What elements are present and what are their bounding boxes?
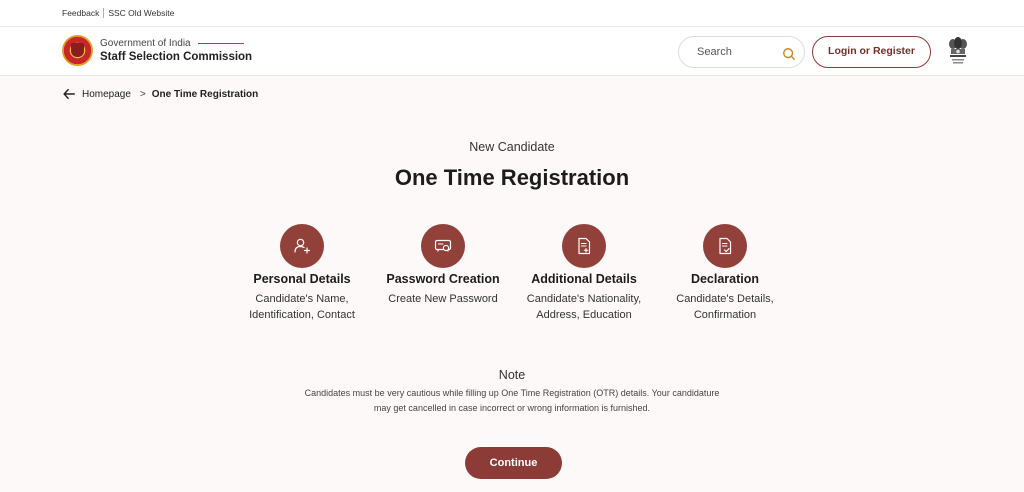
national-emblem-icon: [949, 37, 967, 64]
step-title: Personal Details: [253, 272, 351, 286]
step-description: Candidate's Details, Confirmation: [676, 293, 774, 321]
divider: [103, 8, 105, 18]
search-input[interactable]: Search: [697, 46, 732, 58]
breadcrumb-home-link[interactable]: Homepage: [82, 89, 131, 100]
breadcrumb-separator: >: [139, 88, 146, 100]
ssc-logo[interactable]: [62, 35, 93, 66]
search-icon[interactable]: [782, 47, 796, 61]
old-website-link[interactable]: SSC Old Website: [108, 8, 174, 18]
step-title: Declaration: [690, 272, 760, 286]
step-description: Candidate's Nationality, Address, Educat…: [526, 293, 642, 321]
document-check-icon: [719, 237, 732, 255]
back-arrow-icon[interactable]: [62, 87, 76, 101]
step-title: Password Creation: [386, 272, 500, 286]
org-subtitle: Government of India: [100, 38, 191, 49]
step-icon-circle: [703, 224, 747, 268]
step-additional-details: Additional Details Candidate's Nationali…: [512, 224, 656, 323]
step-description: Create New Password: [388, 293, 498, 305]
step-declaration: Declaration Candidate's Details, Confirm…: [653, 224, 797, 323]
note-text: Candidates must be very cautious while f…: [304, 388, 720, 413]
utility-bar: Feedback SSC Old Website: [0, 0, 1024, 27]
step-password-creation: Password Creation Create New Password: [371, 224, 515, 308]
org-title: Staff Selection Commission: [100, 51, 253, 63]
utility-links: Feedback SSC Old Website: [62, 8, 174, 18]
logo-center: [71, 43, 84, 57]
feedback-link[interactable]: Feedback: [62, 8, 99, 18]
note-heading: Note: [498, 368, 526, 382]
login-register-button[interactable]: Login or Register: [812, 36, 931, 68]
step-icon-circle: [280, 224, 324, 268]
password-card-icon: [434, 239, 452, 252]
org-rule: [198, 43, 244, 44]
user-add-icon: [294, 238, 311, 254]
document-add-icon: [578, 237, 591, 255]
step-icon-circle: [562, 224, 606, 268]
page-title: One Time Registration: [394, 165, 630, 190]
breadcrumb-current: One Time Registration: [151, 88, 259, 100]
step-title: Additional Details: [531, 272, 637, 286]
continue-button[interactable]: Continue: [465, 447, 562, 479]
page-subtitle: New Candidate: [469, 140, 555, 154]
search-box[interactable]: Search: [678, 36, 805, 68]
step-icon-circle: [421, 224, 465, 268]
step-personal-details: Personal Details Candidate's Name, Ident…: [230, 224, 374, 323]
step-description: Candidate's Name, Identification, Contac…: [249, 293, 355, 321]
breadcrumb: Homepage > One Time Registration: [62, 87, 258, 101]
site-header: Government of India Staff Selection Comm…: [0, 27, 1024, 76]
